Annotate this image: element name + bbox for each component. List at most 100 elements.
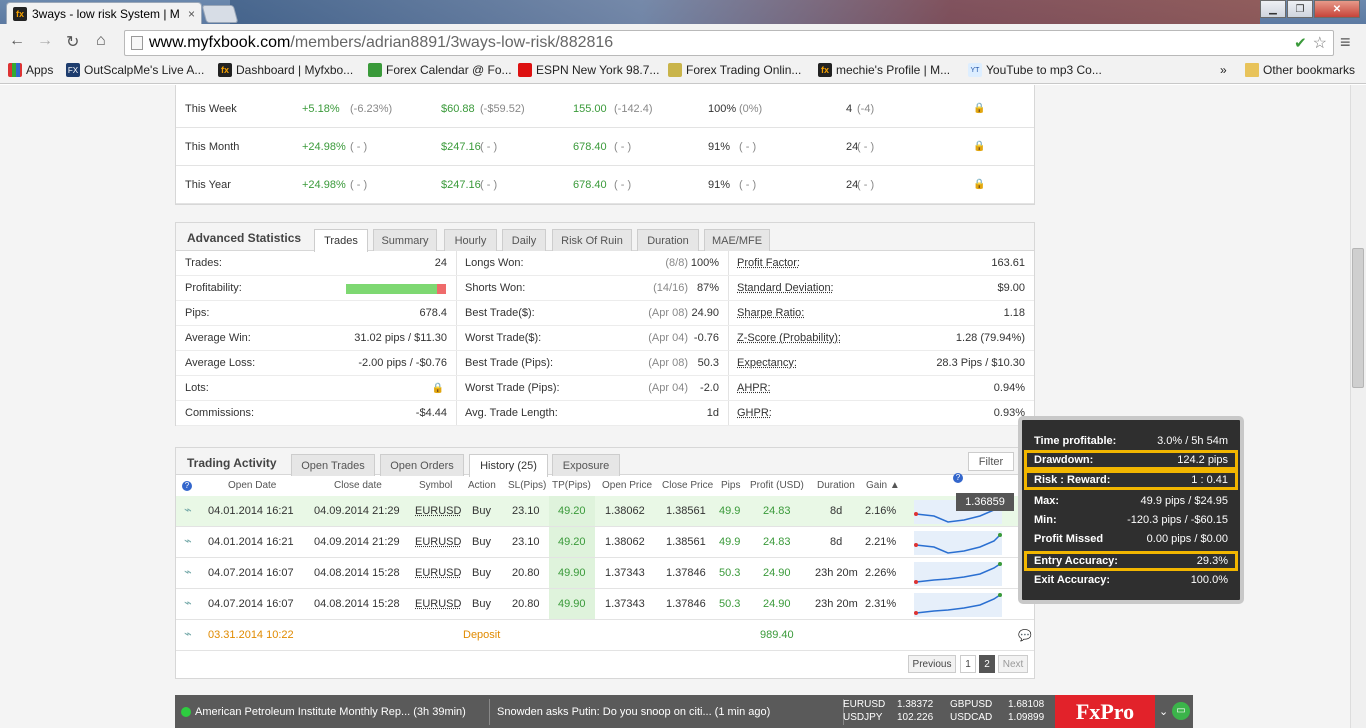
help-icon[interactable]: ? [182,481,192,491]
col-symbol[interactable]: Symbol [419,480,452,491]
col-open-date[interactable]: Open Date [228,480,276,491]
trade-symbol[interactable]: EURUSD [415,505,461,517]
period-won: 91% [708,140,731,153]
trade-sparkline[interactable] [914,531,1002,555]
tab-duration[interactable]: Duration [637,229,699,251]
other-bookmarks[interactable]: Other bookmarks [1245,63,1355,77]
paperclip-icon[interactable]: ⌁ [184,595,192,611]
new-tab-button[interactable] [201,5,239,23]
home-icon[interactable]: ⌂ [96,32,106,50]
reload-icon[interactable]: ↻ [66,32,79,52]
deposit-row[interactable]: ⌁ 03.31.2014 10:22 Deposit 989.40 💬 [176,620,1034,651]
scrollbar-thumb[interactable] [1352,248,1364,388]
tab-hourly[interactable]: Hourly [444,229,497,251]
period-gain-change: ( - ) [350,178,368,191]
maximize-button[interactable]: ❐ [1287,0,1313,18]
tab-risk-of-ruin[interactable]: Risk Of Ruin [552,229,632,251]
trade-sparkline[interactable] [914,562,1002,586]
ticker-collapse-icon[interactable]: ⌄ [1159,705,1168,718]
tab-open-orders[interactable]: Open Orders [380,454,464,476]
tab-close-icon[interactable]: × [188,7,195,21]
filter-button[interactable]: Filter [968,452,1014,471]
lock-icon: 🔒 [973,103,986,114]
paperclip-icon[interactable]: ⌁ [184,626,192,642]
trade-row[interactable]: ⌁ 04.01.2014 16:21 04.09.2014 21:29 EURUSD B… [176,496,1034,527]
bookmark-forex-calendar[interactable]: Forex Calendar @ Fo... [368,63,512,77]
pagination-page-2[interactable]: 2 [979,655,995,673]
tab-mae-mfe[interactable]: MAE/MFE [704,229,770,251]
paperclip-icon[interactable]: ⌁ [184,564,192,580]
col-tp[interactable]: TP(Pips) [552,480,591,491]
trade-row[interactable]: ⌁ 04.07.2014 16:07 04.08.2014 15:28 EURUSD B… [176,589,1034,620]
stat-label[interactable]: Expectancy: [737,357,797,369]
tab-trades[interactable]: Trades [314,229,368,252]
pagination-page-1[interactable]: 1 [960,655,976,673]
sparkline-path [915,563,1001,583]
period-profit: $247.16 [441,178,481,191]
col-sl[interactable]: SL(Pips) [508,480,546,491]
col-profit[interactable]: Profit (USD) [750,480,804,491]
browser-tab[interactable]: fx 3ways - low risk System | M × [6,2,202,24]
bookmark-outscalpme[interactable]: FX OutScalpMe's Live A... [66,63,204,77]
fxpro-logo[interactable]: FxPro [1055,695,1155,728]
bookmark-forex-trading[interactable]: Forex Trading Onlin... [668,63,801,77]
bookmark-apps[interactable]: Apps [8,63,53,77]
bookmark-espn[interactable]: ESPN New York 98.7... [518,63,659,77]
scrollbar-track[interactable] [1350,85,1366,728]
stat-label[interactable]: AHPR: [737,382,771,394]
chat-icon[interactable]: ▭ [1172,702,1190,720]
stat-label[interactable]: Profit Factor: [737,257,800,269]
help-icon[interactable]: ? [953,473,963,483]
tab-open-trades[interactable]: Open Trades [291,454,375,476]
stat-label[interactable]: GHPR: [737,407,772,419]
paperclip-icon[interactable]: ⌁ [184,533,192,549]
comment-icon[interactable]: 💬 [1018,629,1032,642]
news-item-2[interactable]: Snowden asks Putin: Do you snoop on citi… [497,706,770,718]
trade-row[interactable]: ⌁ 04.07.2014 16:07 04.08.2014 15:28 EURUSD B… [176,558,1034,589]
stat-label[interactable]: Sharpe Ratio: [737,307,804,319]
col-close-price[interactable]: Close Price [662,480,713,491]
tab-daily[interactable]: Daily [502,229,546,251]
trade-sparkline[interactable] [914,593,1002,617]
news-item-1[interactable]: American Petroleum Institute Monthly Rep… [195,706,466,718]
close-window-button[interactable]: ✕ [1314,0,1360,18]
forward-arrow-icon[interactable]: → [37,32,53,50]
period-gain: +5.18% [302,102,340,115]
trade-close-price: 1.38561 [666,536,706,548]
bookmark-dashboard[interactable]: fx Dashboard | Myfxbo... [218,63,353,77]
bookmark-star-icon[interactable]: ☆ [1313,33,1327,53]
chrome-menu-icon[interactable]: ≡ [1340,32,1351,53]
minimize-button[interactable]: ▁ [1260,0,1286,18]
pagination-previous[interactable]: Previous [908,655,956,673]
col-duration[interactable]: Duration [817,480,855,491]
trade-row[interactable]: ⌁ 04.01.2014 16:21 04.09.2014 21:29 EURUSD B… [176,527,1034,558]
paperclip-icon[interactable]: ⌁ [184,502,192,518]
stat-label[interactable]: Z-Score (Probability): [737,332,841,344]
trade-symbol[interactable]: EURUSD [415,536,461,548]
trade-symbol[interactable]: EURUSD [415,598,461,610]
tab-title: 3ways - low risk System | M [32,6,180,21]
pagination-next[interactable]: Next [998,655,1028,673]
tab-summary[interactable]: Summary [373,229,437,251]
col-gain[interactable]: Gain ▲ [866,480,900,491]
col-open-price[interactable]: Open Price [602,480,652,491]
stat-value: 31.02 pips / $11.30 [354,332,447,344]
check-circle-icon[interactable]: ✔ [1294,34,1307,52]
bookmarks-overflow[interactable]: » [1220,63,1227,77]
col-action[interactable]: Action [468,480,496,491]
stat-note: (8/8) [665,257,688,269]
address-bar[interactable]: www.myfxbook.com/members/adrian8891/3way… [124,30,1334,56]
back-arrow-icon[interactable]: ← [9,32,25,50]
tooltip-value: 49.9 pips / $24.95 [1140,495,1228,507]
stat-value: 1.18 [1003,307,1025,319]
col-pips[interactable]: Pips [721,480,740,491]
col-close-date[interactable]: Close date [334,480,382,491]
tooltip-value: 1 : 0.41 [1191,474,1228,486]
price-tag-value: 1.36859 [965,496,1005,508]
tab-history-25-[interactable]: History (25) [469,454,548,477]
trade-symbol[interactable]: EURUSD [415,567,461,579]
bookmark-youtube-mp3[interactable]: YT YouTube to mp3 Co... [968,63,1102,77]
tab-exposure[interactable]: Exposure [552,454,620,476]
bookmark-mechie[interactable]: fx mechie's Profile | M... [818,63,950,77]
stat-label[interactable]: Standard Deviation: [737,282,834,294]
